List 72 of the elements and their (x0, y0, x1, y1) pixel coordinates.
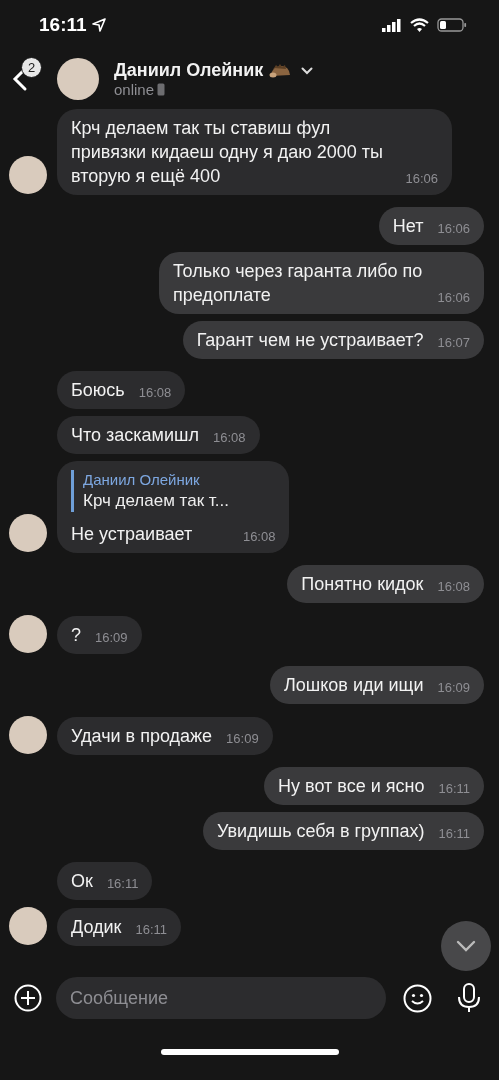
message-time: 16:08 (437, 578, 470, 596)
message-text: Не устраивает (71, 523, 194, 546)
unread-badge: 2 (21, 57, 42, 78)
message-text: Что заскамишл (71, 424, 199, 447)
online-status: online (114, 81, 155, 98)
incoming-message-bubble[interactable]: ? 16:09 (57, 616, 142, 654)
message-time: 16:09 (226, 730, 259, 748)
reply-author: Даниил Олейник (83, 470, 201, 490)
message-time: 16:11 (106, 875, 139, 893)
message-time: 16:09 (95, 629, 128, 647)
incoming-message-bubble[interactable]: Удачи в продаже 16:09 (57, 717, 273, 755)
message-time: 16:08 (212, 429, 246, 447)
message-time: 16:11 (438, 780, 470, 798)
sender-avatar[interactable] (9, 514, 47, 552)
message-text: Удачи в продаже (71, 725, 213, 748)
message-input-field[interactable]: Сообщение (56, 977, 386, 1019)
hedgehog-icon (269, 63, 292, 78)
outgoing-message-bubble[interactable]: Увидишь себя в группах) 16:11 (203, 812, 484, 850)
message-text: Увидишь себя в группах) (217, 820, 425, 843)
message-text: Ок (71, 870, 93, 893)
outgoing-message-bubble[interactable]: Ну вот все и ясно 16:11 (264, 767, 484, 805)
reply-text: Крч делаем так т... (83, 490, 229, 512)
message-time: 16:06 (437, 220, 470, 238)
message-text: Гарант чем не устраивает? (196, 329, 424, 352)
back-button[interactable]: 2 (12, 59, 40, 99)
outgoing-message-bubble[interactable]: Только через гаранта либо по предоплате 16:06 (159, 252, 484, 314)
incoming-message-bubble[interactable]: Боюсь 16:08 (57, 371, 186, 409)
sender-avatar[interactable] (9, 716, 47, 754)
message-text: Додик (71, 916, 122, 939)
incoming-message-bubble[interactable]: Додик 16:11 (57, 908, 182, 946)
location-arrow-icon (91, 18, 106, 32)
message-time: 16:09 (437, 679, 470, 697)
sender-avatar[interactable] (9, 615, 47, 653)
message-time: 16:06 (405, 170, 438, 188)
reply-quote[interactable]: Даниил Олейник Крч делаем так т... (71, 470, 229, 512)
message-time: 16:08 (242, 528, 276, 546)
microphone-icon[interactable] (456, 983, 482, 1013)
outgoing-message-bubble[interactable]: Лошков иди ищи 16:09 (270, 666, 484, 704)
signal-icon (382, 18, 402, 32)
message-time: 16:11 (438, 825, 470, 843)
chevron-down-icon[interactable] (301, 66, 314, 75)
message-text: ? (71, 624, 81, 647)
chevron-down-icon (456, 940, 476, 952)
message-text: Боюсь (71, 379, 125, 402)
outgoing-message-bubble[interactable]: Нет 16:06 (378, 207, 484, 245)
incoming-message-bubble[interactable]: Что заскамишл 16:08 (57, 416, 260, 454)
incoming-message-bubble[interactable]: Крч делаем так ты ставиш фул привязки кидаеш одну я даю 2000 ты вторую я ещё 400 16:06 (57, 109, 452, 195)
message-text: Понятно кидок (301, 573, 424, 596)
message-text: Ну вот все и ясно (278, 775, 425, 798)
message-time: 16:08 (138, 384, 172, 402)
message-text: Нет (392, 215, 424, 238)
incoming-message-bubble[interactable]: Даниил Олейник Крч делаем так т... Не устраивает 16:08 (57, 461, 290, 553)
contact-name[interactable]: Даниил Олейник (114, 60, 264, 81)
attach-plus-icon[interactable] (14, 984, 42, 1012)
message-time: 16:07 (437, 334, 470, 352)
wifi-icon (410, 18, 429, 32)
phone-icon (157, 83, 166, 96)
clock-time: 16:11 (39, 14, 87, 36)
outgoing-message-bubble[interactable]: Понятно кидок 16:08 (287, 565, 484, 603)
smiley-icon[interactable] (403, 983, 432, 1013)
scroll-down-button[interactable] (441, 921, 491, 971)
sender-avatar[interactable] (9, 156, 47, 194)
message-text: Крч делаем так ты ставиш фул привязки кидаеш одну я даю 2000 ты вторую я ещё 400 (71, 117, 385, 188)
contact-avatar[interactable] (57, 58, 99, 100)
outgoing-message-bubble[interactable]: Гарант чем не устраивает? 16:07 (182, 321, 484, 359)
message-time: 16:11 (135, 921, 168, 939)
message-time: 16:06 (437, 289, 470, 307)
sender-avatar[interactable] (9, 907, 47, 945)
battery-icon (437, 18, 467, 32)
incoming-message-bubble[interactable]: Ок 16:11 (57, 862, 153, 900)
message-text: Лошков иди ищи (284, 674, 424, 697)
message-text: Только через гаранта либо по предоплате (173, 260, 424, 307)
